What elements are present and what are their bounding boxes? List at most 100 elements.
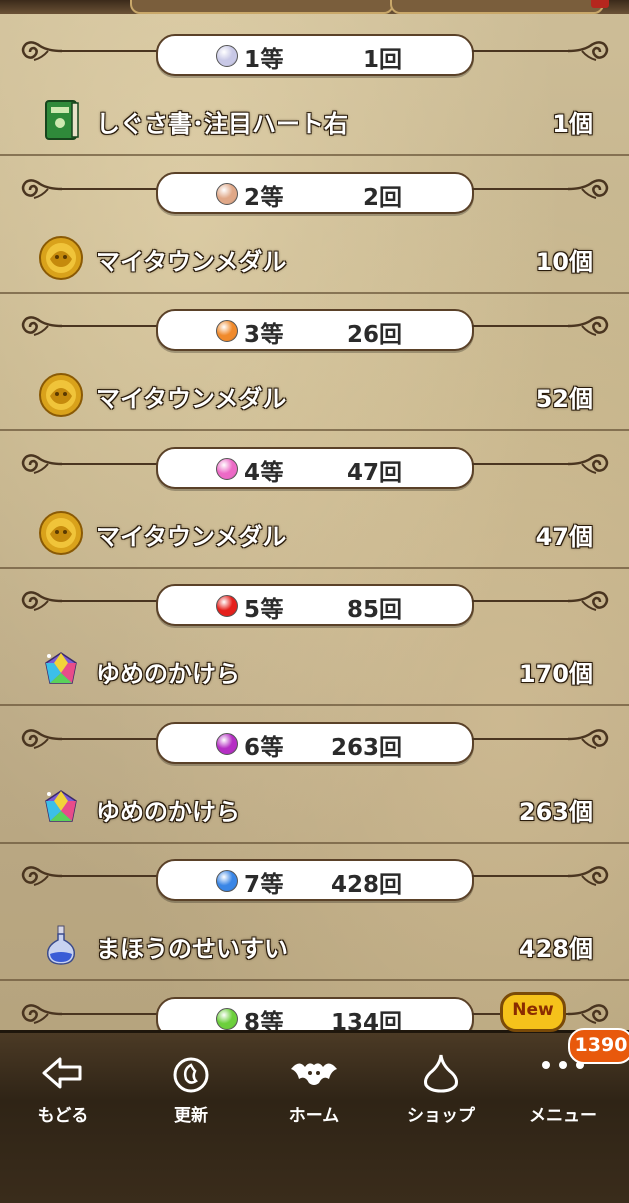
nav-home-button[interactable]: ホーム <box>259 1045 369 1135</box>
item-name: ゆめのかけら <box>96 798 240 826</box>
flourish-left-icon <box>18 586 64 616</box>
nav-refresh-button[interactable]: 更新 <box>136 1045 246 1135</box>
tier-rank: 1等 <box>244 47 285 73</box>
rainbow-gem-icon <box>38 785 84 831</box>
tier-banner: 3等 26回 <box>156 309 474 351</box>
nav-shop-label: ショップ <box>407 1106 475 1126</box>
item-quantity: 10個 <box>535 248 593 276</box>
tier-orb-icon <box>216 870 238 892</box>
prize-tier-section: 4等 47回マイタウンメダル 47個 <box>0 431 629 569</box>
prize-tier-section: 2等 2回マイタウンメダル 10個 <box>0 156 629 294</box>
tier-count: 1回 <box>362 47 402 73</box>
item-name: まほうのせいすい <box>96 935 288 963</box>
prize-item-row: マイタウンメダル 10個 <box>0 220 629 292</box>
divider-rule <box>472 875 568 877</box>
tier-orb-icon <box>216 183 238 205</box>
prize-tier-section: 5等 85回ゆめのかけら 170個 <box>0 568 629 706</box>
item-quantity: 1個 <box>552 110 593 138</box>
item-name: マイタウンメダル <box>96 523 287 551</box>
tier-banner: 7等 428回 <box>156 859 474 901</box>
divider-rule <box>62 463 158 465</box>
nav-shop-button[interactable]: ショップ <box>386 1045 496 1135</box>
tier-rank: 2等 <box>244 185 285 211</box>
divider-rule <box>472 188 568 190</box>
nav-home-label: ホーム <box>288 1106 340 1126</box>
top-status-bar <box>0 0 629 14</box>
tier-banner-row: 2等 2回 <box>0 156 629 220</box>
item-name: しぐさ書･注目ハート右 <box>96 110 348 138</box>
prize-list-panel: 1等 1回 しぐさ書･注目ハート右 1個 2等 2回 マイタウンメダル 10個 3等 26回 マイタ… <box>0 0 629 1030</box>
divider-rule <box>62 875 158 877</box>
tier-orb-icon <box>216 320 238 342</box>
prize-item-row: ゆめのかけら 263個 <box>0 770 629 842</box>
tier-banner-row: 7等 428回 <box>0 843 629 907</box>
divider-rule <box>472 738 568 740</box>
flourish-right-icon <box>566 586 612 616</box>
divider-rule <box>472 600 568 602</box>
flourish-right-icon <box>566 36 612 66</box>
tier-count: 26回 <box>346 322 402 348</box>
divider-rule <box>62 188 158 190</box>
tier-rank: 8等 <box>244 1010 285 1030</box>
add-button[interactable] <box>591 0 609 8</box>
tier-banner: 8等 134回 <box>156 997 474 1030</box>
flourish-right-icon <box>566 311 612 341</box>
gold-medal-icon <box>38 372 84 418</box>
divider-rule <box>472 50 568 52</box>
notification-count-badge: 1390 <box>568 1028 629 1064</box>
divider-rule <box>472 463 568 465</box>
item-name: マイタウンメダル <box>96 248 287 276</box>
tier-count: 263回 <box>330 735 402 761</box>
nav-menu-label: メニュー <box>529 1106 597 1126</box>
tier-banner: 5等 85回 <box>156 584 474 626</box>
gold-medal-icon <box>38 510 84 556</box>
flourish-left-icon <box>18 449 64 479</box>
divider-rule <box>62 738 158 740</box>
tier-orb-icon <box>216 733 238 755</box>
tier-rank: 3等 <box>244 322 285 348</box>
tier-banner: 2等 2回 <box>156 172 474 214</box>
item-quantity: 428個 <box>518 935 593 963</box>
divider-rule <box>62 1013 158 1015</box>
prize-item-row: しぐさ書･注目ハート右 1個 <box>0 82 629 154</box>
tier-count: 47回 <box>346 460 402 486</box>
flourish-right-icon <box>566 449 612 479</box>
flourish-right-icon <box>566 724 612 754</box>
tier-banner-row: 3等 26回 <box>0 293 629 357</box>
prize-item-row: ゆめのかけら 170個 <box>0 632 629 704</box>
flourish-left-icon <box>18 174 64 204</box>
item-quantity: 170個 <box>518 660 593 688</box>
tier-rank: 4等 <box>244 460 285 486</box>
item-name: マイタウンメダル <box>96 385 287 413</box>
flourish-left-icon <box>18 861 64 891</box>
tier-banner-row: 5等 85回 <box>0 568 629 632</box>
item-quantity: 47個 <box>535 523 593 551</box>
divider-rule <box>472 325 568 327</box>
divider-rule <box>62 50 158 52</box>
nav-back-button[interactable]: もどる <box>8 1045 118 1135</box>
tier-banner: 4等 47回 <box>156 447 474 489</box>
flourish-right-icon <box>566 174 612 204</box>
prize-tier-section: 3等 26回 マイタウンメダル 52個 <box>0 293 629 431</box>
tier-rank: 6等 <box>244 735 285 761</box>
flourish-left-icon <box>18 724 64 754</box>
prize-tier-section: 6等 263回ゆめのかけら 263個 <box>0 706 629 844</box>
nav-refresh-label: 更新 <box>174 1106 208 1126</box>
tier-count: 134回 <box>330 1010 402 1030</box>
flourish-left-icon <box>18 36 64 66</box>
tier-banner: 6等 263回 <box>156 722 474 764</box>
tier-count: 2回 <box>362 185 402 211</box>
tier-orb-icon <box>216 1008 238 1030</box>
nav-back-label: もどる <box>37 1106 89 1126</box>
item-quantity: 263個 <box>518 798 593 826</box>
dracky-icon <box>291 1063 337 1085</box>
back-arrow-icon <box>42 1057 82 1089</box>
holy-water-icon <box>38 922 84 968</box>
divider-rule <box>62 600 158 602</box>
tier-orb-icon <box>216 458 238 480</box>
tier-orb-icon <box>216 45 238 67</box>
tier-banner-row: 1等 1回 <box>0 18 629 82</box>
tier-rank: 7等 <box>244 872 285 898</box>
bottom-nav-bar: もどる 更新 ホーム ショップ メニュー <box>0 1030 629 1203</box>
tier-banner-row: 6等 263回 <box>0 706 629 770</box>
